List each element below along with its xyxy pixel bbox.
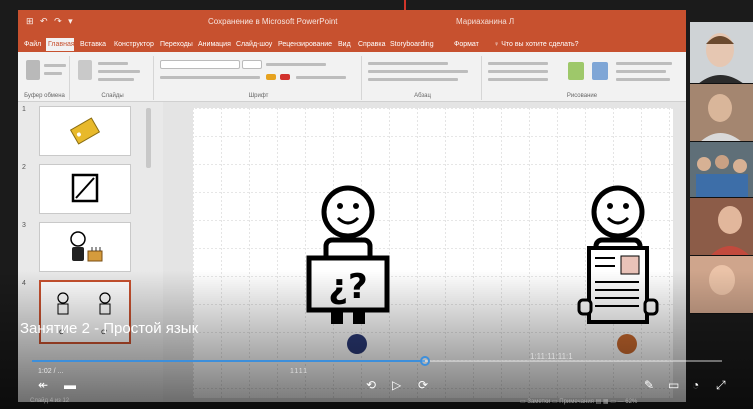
quick-styles-icon[interactable]: [592, 62, 608, 80]
font-size-select[interactable]: [242, 60, 262, 69]
clipboard-group: Буфер обмена: [20, 56, 70, 100]
tab-help[interactable]: Справка: [356, 38, 386, 51]
caption-icon[interactable]: ▭: [668, 378, 679, 392]
pen-icon[interactable]: ✎: [644, 378, 654, 392]
tab-format[interactable]: Формат: [452, 38, 482, 51]
player-overlay: [0, 270, 753, 409]
tell-me-search[interactable]: ♀ Что вы хотите сделать?: [492, 38, 602, 51]
slides-group: Слайды: [72, 56, 154, 100]
caption-marker: 1111: [290, 368, 309, 375]
font-color-icon[interactable]: [280, 74, 290, 80]
font-group: Шрифт: [156, 56, 362, 100]
participant-tile[interactable]: [690, 198, 753, 256]
font-name-select[interactable]: [160, 60, 240, 69]
screen-icon[interactable]: ▬: [64, 378, 76, 392]
tab-animations[interactable]: Анимация: [196, 38, 232, 51]
tab-storyboarding[interactable]: Storyboarding: [388, 38, 434, 51]
thumbnail-slide-1[interactable]: [39, 106, 131, 156]
drawing-label: Рисование: [566, 93, 598, 99]
person-cake-icon: [70, 231, 103, 262]
fullscreen-icon[interactable]: ⤢: [716, 378, 726, 392]
participant-tile[interactable]: [690, 22, 753, 84]
status-bar-left: Слайд 4 из 12: [30, 398, 70, 404]
title-bar: ⊞ ↶ ↷ ▾ Сохранение в Microsoft PowerPoin…: [18, 10, 686, 36]
tab-insert[interactable]: Вставка: [78, 38, 108, 51]
tab-slideshow[interactable]: Слайд-шоу: [234, 38, 274, 51]
time-readout: 1:02 / ...: [38, 368, 64, 375]
previous-icon[interactable]: ↞: [38, 378, 48, 392]
participant-video: [690, 22, 753, 83]
drawing-group: Рисование: [484, 56, 680, 100]
highlight-icon[interactable]: [266, 74, 276, 80]
ribbon-tabs: Файл Главная Вставка Конструктор Переход…: [18, 36, 686, 52]
tab-review[interactable]: Рецензирование: [276, 38, 332, 51]
status-bar-right: ▭ Заметки ▭ Примечания ▤ ▦ ▭ — 62%: [520, 399, 638, 405]
paste-icon[interactable]: [26, 60, 40, 80]
caption-marker: 1:11:11:11:1: [530, 352, 573, 361]
play-icon[interactable]: ▷: [392, 378, 401, 392]
board-icon: [71, 173, 99, 203]
clipboard-label: Буфер обмена: [24, 93, 65, 99]
paragraph-label: Абзац: [414, 93, 431, 99]
volume-icon[interactable]: ◔: [692, 378, 699, 392]
thumbnail-slide-2[interactable]: [39, 164, 131, 214]
new-slide-icon[interactable]: [78, 60, 92, 80]
tab-transitions[interactable]: Переходы: [158, 38, 194, 51]
quick-access-toolbar[interactable]: ⊞ ↶ ↷ ▾: [26, 16, 75, 27]
screen-recording: ⊞ ↶ ↷ ▾ Сохранение в Microsoft PowerPoin…: [0, 0, 753, 409]
paragraph-group: Абзац: [364, 56, 482, 100]
thumb-number: 2: [22, 164, 26, 171]
participant-video: [690, 142, 753, 197]
thumb-number: 3: [22, 222, 26, 229]
tag-icon: [69, 117, 101, 145]
thumb-number: 1: [22, 106, 26, 113]
participant-video: [690, 84, 753, 141]
thumbnail-slide-3[interactable]: [39, 222, 131, 272]
participant-video: [690, 198, 753, 255]
participant-tile[interactable]: [690, 84, 753, 142]
ribbon: Буфер обмена Слайды Шрифт Абзац Рисовани…: [18, 52, 686, 102]
tab-design[interactable]: Конструктор: [112, 38, 156, 51]
font-label: Шрифт: [248, 93, 269, 99]
slides-label: Слайды: [101, 93, 124, 99]
tab-view[interactable]: Вид: [336, 38, 352, 51]
document-title: Сохранение в Microsoft PowerPoint: [208, 17, 338, 26]
progress-fill: [32, 360, 426, 362]
tab-home[interactable]: Главная: [46, 38, 75, 51]
forward-icon[interactable]: ⟳: [418, 378, 428, 392]
user-name[interactable]: Мариаханина Л: [456, 17, 514, 26]
participant-tile[interactable]: [690, 142, 753, 198]
arrange-icon[interactable]: [568, 62, 584, 80]
progress-bar[interactable]: [32, 356, 722, 366]
rewind-icon[interactable]: ⟲: [366, 378, 376, 392]
thumbnail-scrollbar[interactable]: [146, 108, 151, 168]
video-title: Занятие 2 - Простой язык: [20, 320, 199, 337]
tab-file[interactable]: Файл: [22, 38, 44, 51]
